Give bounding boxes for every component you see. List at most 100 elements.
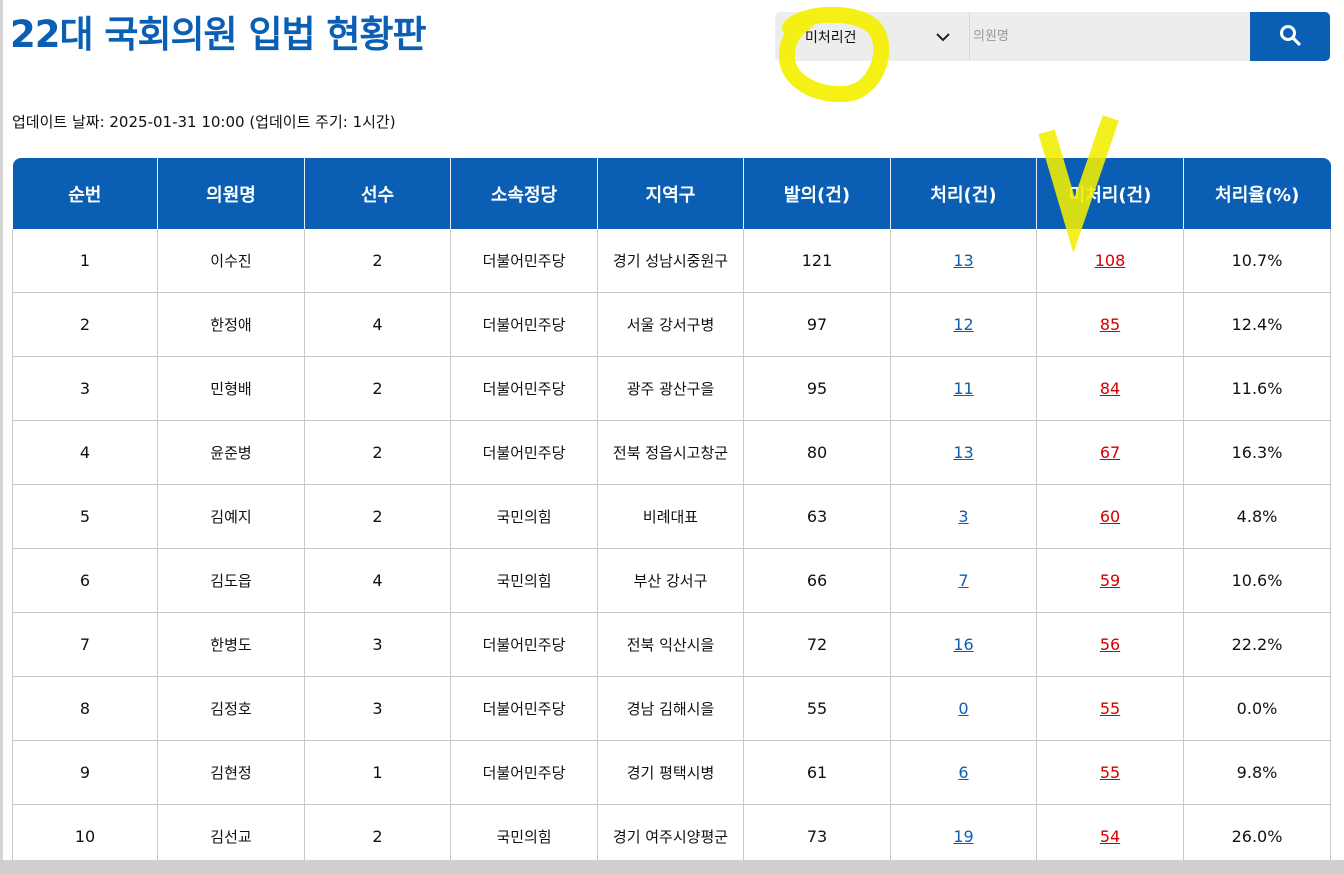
search-button[interactable] [1250,12,1330,61]
cell-region: 전북 익산시을 [597,612,744,677]
table-row: 6 김도읍 4 국민의힘 부산 강서구 66 7 59 10.6% [12,548,1331,613]
header-terms[interactable]: 선수 [304,158,451,229]
table-row: 8 김정호 3 더불어민주당 경남 김해시을 55 0 55 0.0% [12,676,1331,741]
cell-rate: 0.0% [1183,676,1331,741]
unprocessed-count-link[interactable]: 85 [1100,315,1120,334]
cell-no: 5 [12,484,158,549]
cell-party: 국민의힘 [450,548,598,613]
table-row: 2 한정애 4 더불어민주당 서울 강서구병 97 12 85 12.4% [12,292,1331,357]
window-edge [0,0,3,874]
cell-no: 3 [12,356,158,421]
cell-member-name: 김도읍 [157,548,305,613]
page-title: 22대 국회의원 입법 현황판 [10,13,427,56]
cell-proposed: 61 [743,740,891,805]
cell-region: 전북 정읍시고창군 [597,420,744,485]
cell-rate: 11.6% [1183,356,1331,421]
processed-count-link[interactable]: 7 [958,571,968,590]
legislation-table: 순번 의원명 선수 소속정당 지역구 발의(건) 처리(건) 미처리(건) 처리… [12,158,1331,869]
cell-region: 비례대표 [597,484,744,549]
table-header-row: 순번 의원명 선수 소속정당 지역구 발의(건) 처리(건) 미처리(건) 처리… [12,158,1331,229]
processed-count-link[interactable]: 13 [953,443,973,462]
unprocessed-count-link[interactable]: 55 [1100,763,1120,782]
cell-terms: 3 [304,676,451,741]
cell-no: 1 [12,229,158,293]
filter-select[interactable]: 미처리건 [775,12,970,61]
cell-terms: 2 [304,420,451,485]
processed-count-link[interactable]: 13 [953,251,973,270]
cell-proposed: 63 [743,484,891,549]
header-region[interactable]: 지역구 [597,158,744,229]
unprocessed-count-link[interactable]: 108 [1095,251,1126,270]
processed-count-link[interactable]: 11 [953,379,973,398]
cell-terms: 4 [304,548,451,613]
cell-rate: 22.2% [1183,612,1331,677]
cell-terms: 1 [304,740,451,805]
cell-no: 2 [12,292,158,357]
cell-member-name: 김정호 [157,676,305,741]
cell-unprocessed: 54 [1036,804,1184,869]
cell-unprocessed: 108 [1036,229,1184,293]
unprocessed-count-link[interactable]: 56 [1100,635,1120,654]
filter-select-value: 미처리건 [805,29,857,46]
cell-proposed: 55 [743,676,891,741]
unprocessed-count-link[interactable]: 59 [1100,571,1120,590]
cell-proposed: 95 [743,356,891,421]
cell-member-name: 김선교 [157,804,305,869]
processed-count-link[interactable]: 3 [958,507,968,526]
processed-count-link[interactable]: 12 [953,315,973,334]
cell-member-name: 김현정 [157,740,305,805]
table-row: 4 윤준병 2 더불어민주당 전북 정읍시고창군 80 13 67 16.3% [12,420,1331,485]
header-unprocessed[interactable]: 미처리(건) [1036,158,1184,229]
cell-rate: 9.8% [1183,740,1331,805]
cell-party: 국민의힘 [450,804,598,869]
header-proposed[interactable]: 발의(건) [743,158,891,229]
processed-count-link[interactable]: 16 [953,635,973,654]
processed-count-link[interactable]: 0 [958,699,968,718]
unprocessed-count-link[interactable]: 60 [1100,507,1120,526]
table-row: 10 김선교 2 국민의힘 경기 여주시양평군 73 19 54 26.0% [12,804,1331,869]
cell-no: 10 [12,804,158,869]
cell-region: 경남 김해시을 [597,676,744,741]
unprocessed-count-link[interactable]: 54 [1100,827,1120,846]
processed-count-link[interactable]: 19 [953,827,973,846]
cell-region: 광주 광산구을 [597,356,744,421]
table-body: 1 이수진 2 더불어민주당 경기 성남시중원구 121 13 108 10.7% 2 한정애 4 더불… [12,229,1331,869]
cell-proposed: 73 [743,804,891,869]
header-party[interactable]: 소속정당 [450,158,598,229]
cell-proposed: 97 [743,292,891,357]
cell-processed: 13 [890,420,1037,485]
processed-count-link[interactable]: 6 [958,763,968,782]
cell-region: 경기 여주시양평군 [597,804,744,869]
unprocessed-count-link[interactable]: 67 [1100,443,1120,462]
cell-processed: 11 [890,356,1037,421]
header-rate[interactable]: 처리율(%) [1183,158,1331,229]
cell-proposed: 121 [743,229,891,293]
header-no[interactable]: 순번 [12,158,158,229]
cell-no: 6 [12,548,158,613]
header-processed[interactable]: 처리(건) [890,158,1037,229]
cell-member-name: 민형배 [157,356,305,421]
unprocessed-count-link[interactable]: 84 [1100,379,1120,398]
cell-unprocessed: 85 [1036,292,1184,357]
cell-rate: 16.3% [1183,420,1331,485]
chevron-down-icon [935,29,951,45]
cell-no: 4 [12,420,158,485]
cell-processed: 12 [890,292,1037,357]
cell-member-name: 김예지 [157,484,305,549]
unprocessed-count-link[interactable]: 55 [1100,699,1120,718]
cell-rate: 12.4% [1183,292,1331,357]
cell-party: 더불어민주당 [450,356,598,421]
member-name-input[interactable] [970,12,1250,61]
table-row: 3 민형배 2 더불어민주당 광주 광산구을 95 11 84 11.6% [12,356,1331,421]
page: 22대 국회의원 입법 현황판 미처리건 업데이트 날짜: 2025-01-31… [0,0,1344,874]
cell-no: 9 [12,740,158,805]
header-name[interactable]: 의원명 [157,158,305,229]
cell-processed: 7 [890,548,1037,613]
cell-region: 경기 성남시중원구 [597,229,744,293]
cell-member-name: 한병도 [157,612,305,677]
cell-region: 경기 평택시병 [597,740,744,805]
cell-unprocessed: 59 [1036,548,1184,613]
table-row: 5 김예지 2 국민의힘 비례대표 63 3 60 4.8% [12,484,1331,549]
cell-party: 더불어민주당 [450,740,598,805]
bottom-band [0,860,1344,874]
